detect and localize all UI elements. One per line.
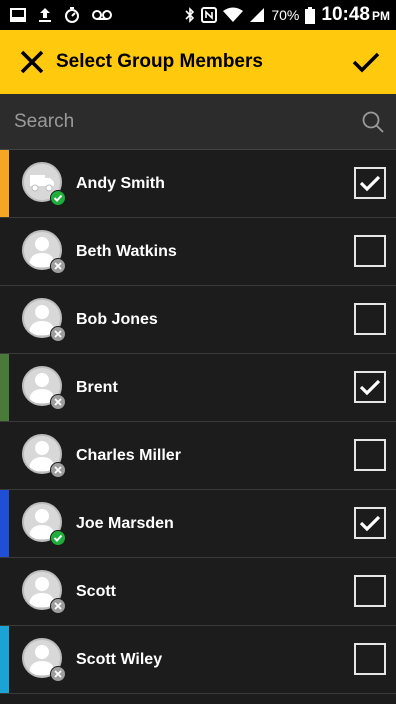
nfc-icon — [201, 7, 218, 23]
offline-x-icon — [54, 261, 62, 270]
offline-x-icon — [54, 669, 62, 678]
member-name: Brent — [76, 378, 118, 396]
member-row[interactable]: Brent — [0, 354, 396, 422]
member-checkbox[interactable] — [354, 439, 386, 471]
battery-icon — [305, 6, 316, 24]
member-name: Scott Wiley — [76, 650, 163, 668]
stopwatch-icon — [64, 7, 80, 23]
offline-x-icon — [54, 397, 62, 406]
member-name: Charles Miller — [76, 446, 181, 464]
clock-ampm: PM — [372, 9, 390, 23]
member-checkbox[interactable] — [354, 643, 386, 675]
upload-icon — [38, 7, 52, 23]
avatar — [22, 365, 66, 410]
clock: 10:48 PM — [321, 4, 390, 26]
group-color-stripe — [0, 218, 9, 285]
checkmark-icon — [359, 379, 381, 396]
member-checkbox[interactable] — [354, 507, 386, 539]
screenshot-icon — [10, 8, 26, 22]
battery-percent: 70% — [271, 7, 300, 23]
member-name: Joe Marsden — [76, 514, 174, 532]
close-icon — [20, 50, 44, 74]
search-bar — [0, 94, 396, 150]
avatar — [22, 229, 66, 274]
bluetooth-icon — [185, 7, 195, 23]
checkmark-icon — [352, 52, 380, 73]
offline-x-icon — [54, 329, 62, 338]
group-color-stripe — [0, 150, 9, 217]
avatar — [22, 433, 66, 478]
clock-time: 10:48 — [321, 4, 370, 25]
member-row[interactable]: Charles Miller — [0, 422, 396, 490]
voicemail-icon — [92, 9, 112, 21]
search-icon[interactable] — [360, 109, 386, 135]
group-color-stripe — [0, 286, 9, 353]
avatar — [22, 569, 66, 614]
avatar — [22, 297, 66, 342]
online-check-icon — [53, 534, 63, 542]
group-color-stripe — [0, 490, 9, 557]
member-row[interactable]: Beth Watkins — [0, 218, 396, 286]
member-checkbox[interactable] — [354, 303, 386, 335]
offline-x-icon — [54, 601, 62, 610]
signal-icon — [249, 7, 265, 23]
status-bar: 70% 10:48 PM — [0, 0, 396, 30]
group-color-stripe — [0, 422, 9, 489]
close-button[interactable] — [14, 44, 50, 80]
wifi-icon — [223, 7, 244, 23]
member-name: Scott — [76, 582, 116, 600]
presence-badge — [50, 257, 66, 274]
presence-badge — [50, 461, 66, 478]
member-list: Andy Smith Beth Watkins Bob Jones Brent Char… — [0, 150, 396, 694]
avatar — [22, 161, 66, 206]
avatar — [22, 637, 66, 682]
search-input[interactable] — [14, 110, 360, 133]
member-row[interactable]: Bob Jones — [0, 286, 396, 354]
confirm-button[interactable] — [348, 44, 384, 80]
member-name: Andy Smith — [76, 174, 165, 192]
presence-badge — [50, 325, 66, 342]
truck-icon — [30, 174, 54, 191]
member-checkbox[interactable] — [354, 575, 386, 607]
member-row[interactable]: Andy Smith — [0, 150, 396, 218]
presence-badge — [50, 597, 66, 614]
page-title: Select Group Members — [56, 51, 263, 72]
presence-badge — [50, 665, 66, 682]
group-color-stripe — [0, 354, 9, 421]
group-color-stripe — [0, 626, 9, 693]
presence-badge — [50, 393, 66, 410]
presence-badge — [50, 529, 66, 546]
member-checkbox[interactable] — [354, 167, 386, 199]
member-name: Bob Jones — [76, 310, 158, 328]
member-name: Beth Watkins — [76, 242, 177, 260]
app-bar: Select Group Members — [0, 30, 396, 94]
offline-x-icon — [54, 465, 62, 474]
member-row[interactable]: Joe Marsden — [0, 490, 396, 558]
avatar — [22, 501, 66, 546]
status-right: 70% 10:48 PM — [185, 4, 390, 26]
checkmark-icon — [359, 175, 381, 192]
status-left — [10, 7, 112, 23]
member-checkbox[interactable] — [354, 235, 386, 267]
member-row[interactable]: Scott Wiley — [0, 626, 396, 694]
checkmark-icon — [359, 515, 381, 532]
presence-badge — [50, 189, 66, 206]
member-row[interactable]: Scott — [0, 558, 396, 626]
group-color-stripe — [0, 558, 9, 625]
online-check-icon — [53, 194, 63, 202]
member-checkbox[interactable] — [354, 371, 386, 403]
